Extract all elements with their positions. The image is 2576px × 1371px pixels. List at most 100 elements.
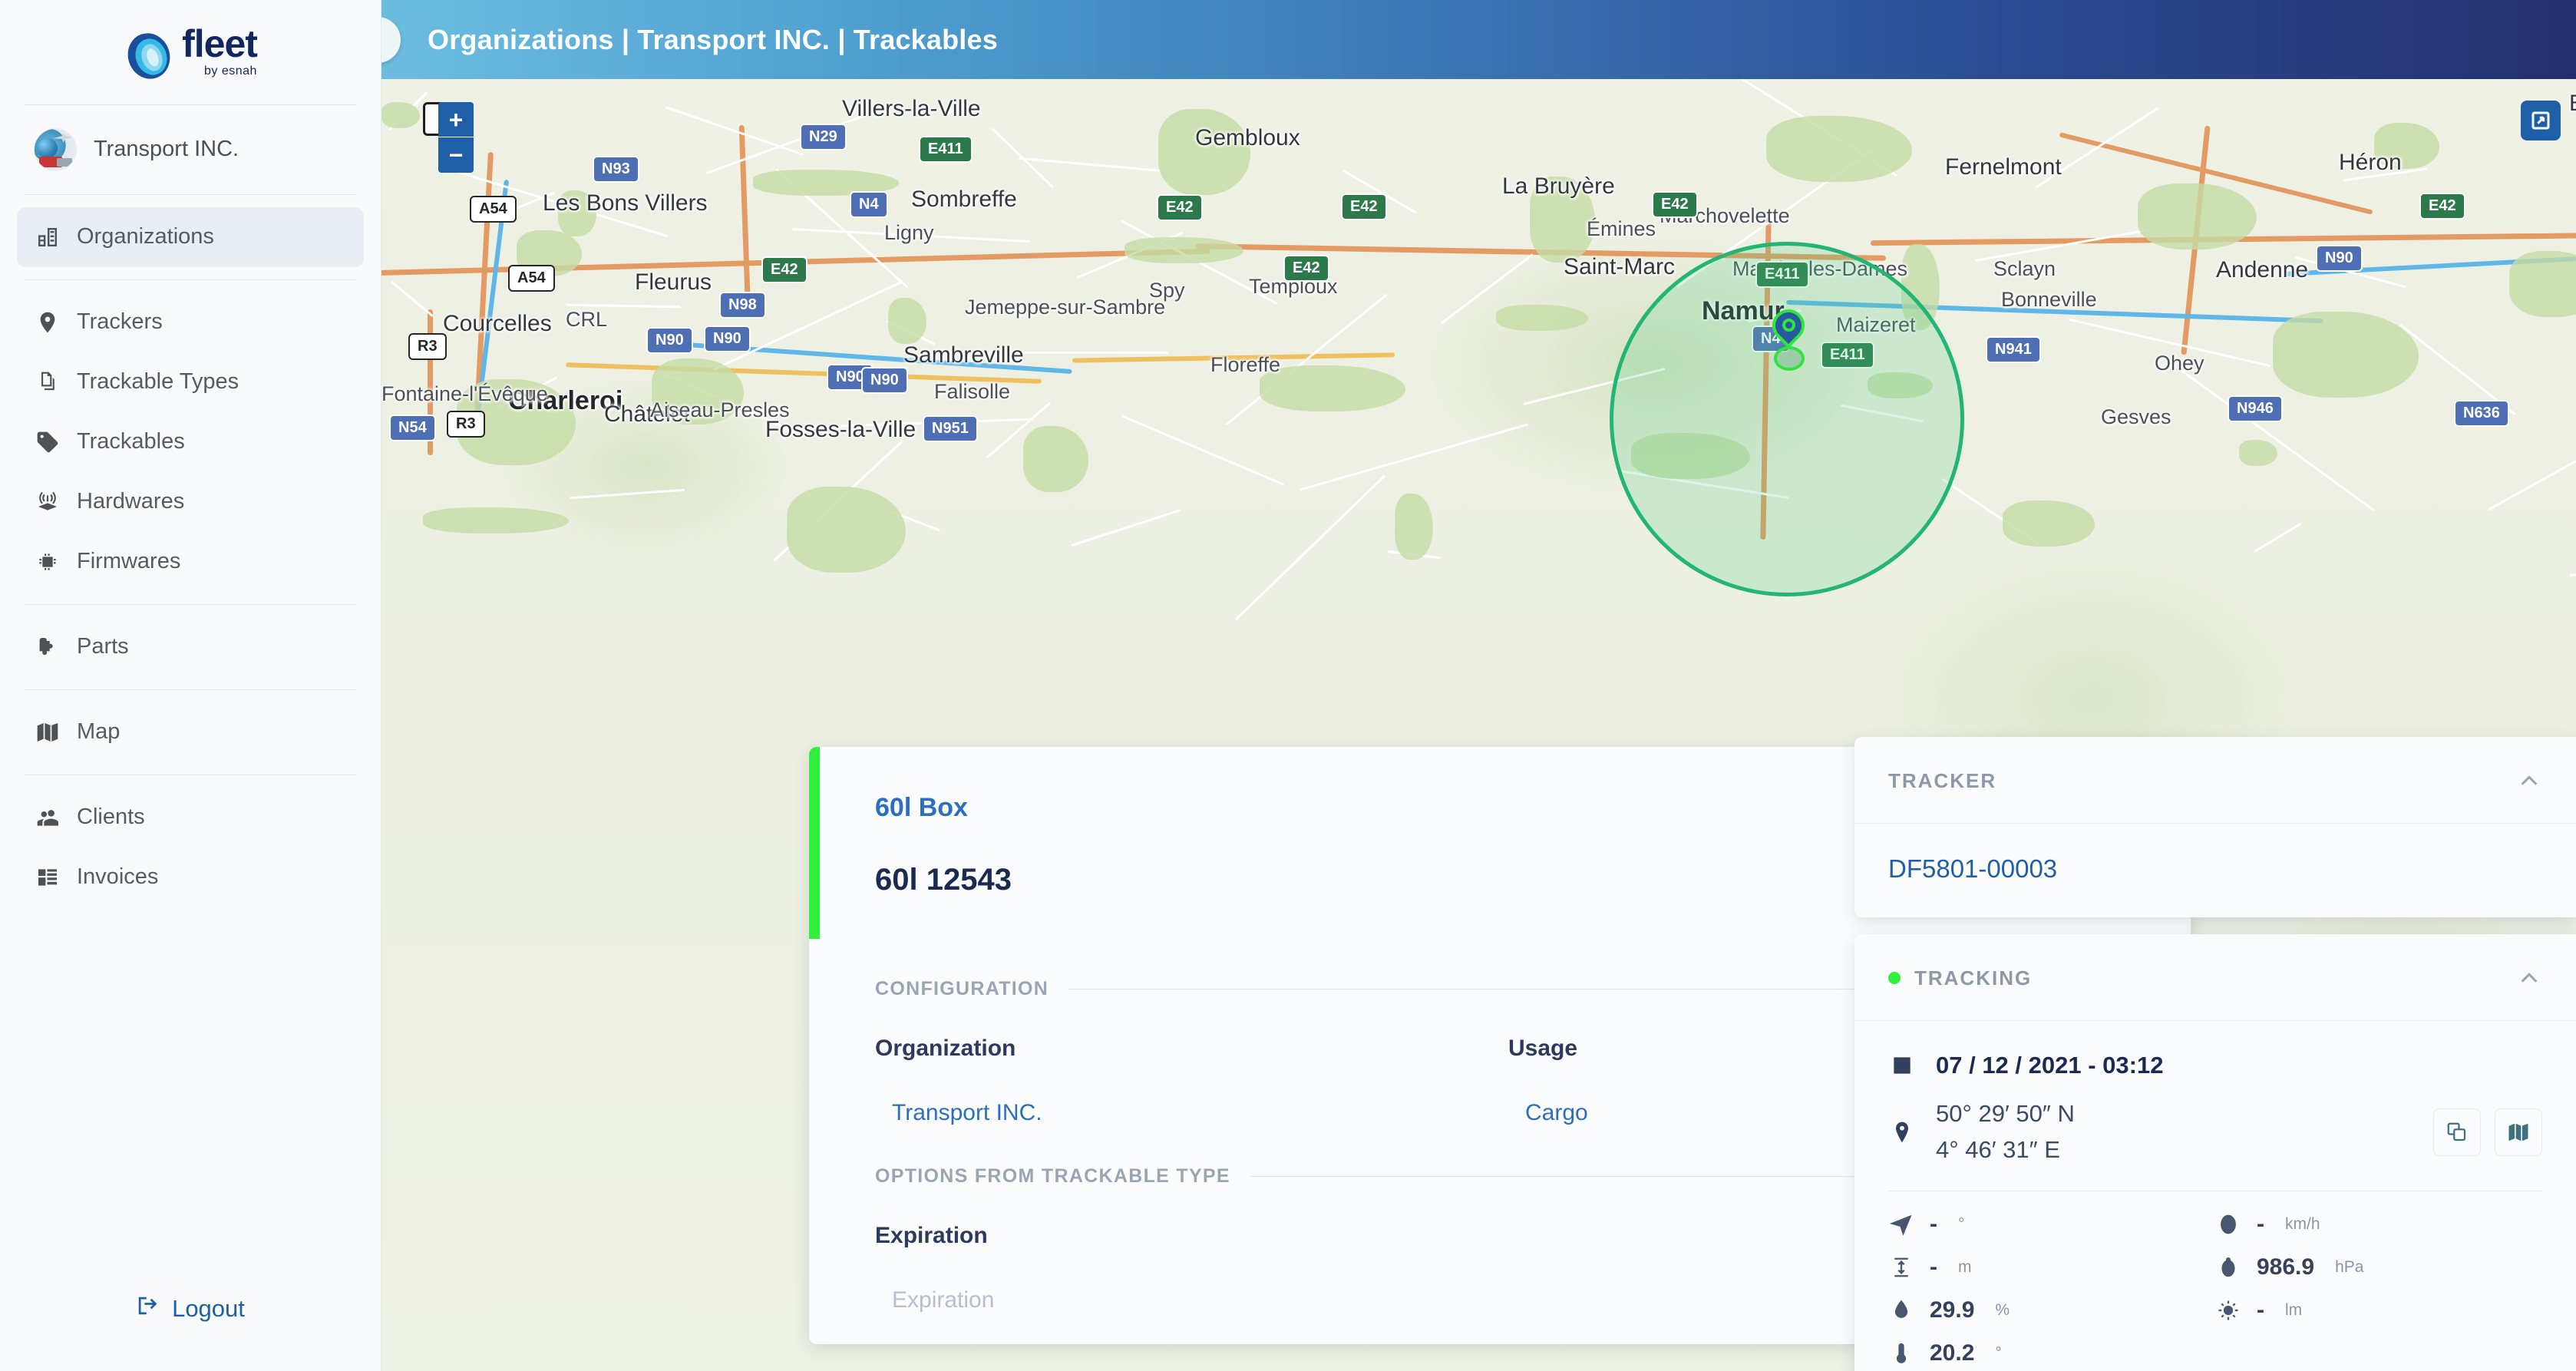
- sensor-unit: %: [1995, 1301, 2010, 1319]
- open-in-map-button[interactable]: [2495, 1108, 2542, 1156]
- sensor-heading: - °: [1888, 1211, 2215, 1237]
- map-decor: [1125, 237, 1243, 263]
- map-road-shield: N90: [2316, 245, 2363, 272]
- map-decor: [2273, 312, 2419, 398]
- sensor-unit: lm: [2285, 1301, 2303, 1319]
- map-place-label: Sambreville: [903, 342, 1024, 368]
- map-place-label: Héron: [2339, 150, 2402, 175]
- sidebar-item-label: Trackers: [77, 309, 163, 334]
- tracking-coordinates-row: 50° 29′ 50″ N 4° 46′ 31″ E: [1888, 1096, 2542, 1168]
- map-road-shield: N636: [2454, 400, 2509, 427]
- map-decor: [1022, 352, 1168, 354]
- humidity-icon: [1888, 1297, 1914, 1323]
- organization-value[interactable]: Transport INC.: [875, 1100, 1508, 1126]
- sidebar-item-organizations[interactable]: Organizations: [17, 206, 364, 267]
- map-road-shield: E42: [761, 256, 807, 283]
- map-road-shield: N98: [719, 292, 766, 319]
- sidebar-item-trackables[interactable]: Trackables: [17, 412, 364, 472]
- map-place-label: Gesves: [2101, 405, 2171, 428]
- nav-group-billing: Clients Invoices: [0, 775, 381, 920]
- map-place-label: Bonneville: [2001, 288, 2097, 311]
- map-decor: [381, 102, 420, 128]
- app-root: fleet by esnah Transport INC. Organizati…: [0, 0, 2576, 1371]
- nav-group-organizations: Organizations: [0, 195, 381, 279]
- trackable-map-marker[interactable]: [1765, 302, 1811, 371]
- sidebar-item-trackers[interactable]: Trackers: [17, 292, 364, 352]
- map-road-shield: N90: [646, 327, 693, 354]
- chip-icon: [34, 548, 61, 576]
- sidebar-item-label: Hardwares: [77, 489, 185, 514]
- tracking-datetime-row: 07 / 12 / 2021 - 03:12: [1888, 1052, 2542, 1079]
- sidebar-item-parts[interactable]: Parts: [17, 617, 364, 677]
- map-road-shield: N90: [861, 367, 908, 394]
- tag-icon: [34, 428, 61, 456]
- map-place-label: La Bruyère: [1502, 173, 1615, 199]
- copy-coordinates-button[interactable]: [2433, 1108, 2481, 1156]
- map-decor: [787, 487, 906, 573]
- sidebar-item-label: Invoices: [77, 864, 159, 889]
- breadcrumb: Organizations | Transport INC. | Trackab…: [428, 23, 998, 55]
- logout-label: Logout: [172, 1295, 245, 1322]
- map-road-shield: N90: [704, 325, 751, 352]
- expand-icon: [2531, 111, 2550, 130]
- sensor-readings-grid: - ° - km/h - m 986.9 hPa 29.9 % - lm 20.…: [1888, 1211, 2542, 1366]
- map-place-label: Fernelmont: [1945, 154, 2062, 180]
- map-decor: [2003, 500, 2095, 547]
- sidebar-item-label: Trackable Types: [77, 369, 239, 394]
- map-place-label: Andenne: [2216, 257, 2309, 282]
- chevron-up-icon: [2521, 775, 2538, 785]
- sidebar-item-trackable-types[interactable]: Trackable Types: [17, 352, 364, 412]
- tracking-panel-body: 07 / 12 / 2021 - 03:12 50° 29′ 50″ N 4° …: [1854, 1021, 2576, 1371]
- map-place-label: Falisolle: [934, 380, 1011, 403]
- tracker-panel-body: DF5801-00003: [1854, 824, 2576, 917]
- calendar-icon: [1888, 1052, 1916, 1079]
- tracking-coordinates: 50° 29′ 50″ N 4° 46′ 31″ E: [1936, 1096, 2413, 1168]
- tracking-panel-header: TRACKING: [1854, 934, 2576, 1021]
- map-place-label: Gembloux: [1195, 125, 1300, 150]
- map-road-shield: E42: [1283, 255, 1329, 282]
- tracker-serial-link[interactable]: DF5801-00003: [1888, 854, 2542, 884]
- right-rail: TRACKER DF5801-00003 TRACKING 07 / 12 / …: [1854, 737, 2576, 1371]
- temperature-icon: [1888, 1340, 1914, 1366]
- altitude-icon: [1888, 1254, 1914, 1280]
- longitude-value: 4° 46′ 31″ E: [1936, 1135, 2060, 1163]
- map-decor: [888, 298, 926, 344]
- map-road-shield: E411: [919, 136, 973, 163]
- tracking-collapse-toggle[interactable]: [2516, 965, 2542, 991]
- map-road-shield: N54: [389, 415, 436, 441]
- sidebar-item-invoices[interactable]: Invoices: [17, 847, 364, 907]
- brand-logo[interactable]: fleet by esnah: [0, 0, 381, 104]
- zoom-out-button[interactable]: −: [438, 137, 474, 173]
- options-title: OPTIONS FROM TRACKABLE TYPE: [875, 1165, 1230, 1187]
- zoom-in-button[interactable]: +: [438, 102, 474, 137]
- sidebar-item-clients[interactable]: Clients: [17, 788, 364, 847]
- map-place-label: Courcelles: [443, 311, 552, 336]
- avatar: [34, 127, 77, 171]
- logout-button[interactable]: Logout: [136, 1294, 245, 1323]
- sidebar-item-map[interactable]: Map: [17, 702, 364, 762]
- logout-icon: [136, 1294, 159, 1323]
- sidebar-item-label: Trackables: [77, 429, 185, 454]
- map-place-label: Villers-la-Ville: [842, 96, 981, 121]
- sensor-light: - lm: [2215, 1297, 2542, 1323]
- sensor-unit: m: [1958, 1258, 1972, 1276]
- map-decor: [1395, 494, 1433, 560]
- map-place-label: Fosses-la-Ville: [765, 417, 916, 442]
- sensor-value: -: [1930, 1254, 1937, 1280]
- map-fullscreen-button[interactable]: [2521, 101, 2561, 140]
- nav-group-assets: Trackers Trackable Types Trackables Hard…: [0, 280, 381, 604]
- tracker-panel: TRACKER DF5801-00003: [1854, 737, 2576, 917]
- sensor-value: -: [1930, 1211, 1937, 1237]
- map-place-label: Jemeppe-sur-Sambre: [965, 296, 1166, 319]
- pressure-icon: [2215, 1254, 2241, 1280]
- map-icon: [34, 719, 61, 746]
- sidebar: fleet by esnah Transport INC. Organizati…: [0, 0, 381, 1371]
- tracker-collapse-toggle[interactable]: [2516, 768, 2542, 794]
- map-place-label: Émines: [1587, 217, 1656, 240]
- sidebar-item-hardwares[interactable]: Hardwares: [17, 472, 364, 532]
- sidebar-item-firmwares[interactable]: Firmwares: [17, 532, 364, 592]
- sensor-speed: - km/h: [2215, 1211, 2542, 1237]
- sidebar-org-selector[interactable]: Transport INC.: [0, 105, 381, 194]
- map-road-shield: N941: [1986, 336, 2041, 363]
